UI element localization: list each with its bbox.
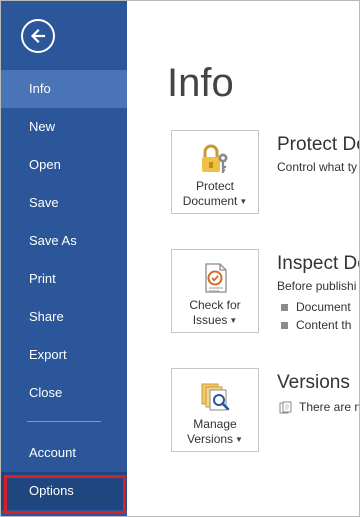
sidebar-item-save[interactable]: Save [1, 184, 127, 222]
sidebar-item-open[interactable]: Open [1, 146, 127, 184]
inspect-bullet-item: Document [281, 300, 351, 314]
sidebar-item-close[interactable]: Close [1, 374, 127, 412]
sidebar-divider [27, 421, 101, 422]
sidebar: Info New Open Save Save As Print Share E… [1, 1, 127, 516]
backstage-window: Info New Open Save Save As Print Share E… [0, 0, 360, 517]
inspect-document-icon [205, 263, 227, 293]
protect-section: Protect Document ▼ Protect Do Control wha… [171, 130, 360, 220]
page-title: Info [167, 61, 234, 105]
manage-versions-label: Manage Versions ▼ [187, 417, 243, 446]
manage-versions-button[interactable]: Manage Versions ▼ [171, 368, 259, 452]
versions-title: Versions [277, 372, 350, 393]
manage-versions-icon [201, 383, 230, 411]
sidebar-item-options[interactable]: Options [1, 472, 127, 514]
dropdown-caret-icon: ▼ [239, 197, 248, 207]
protect-title: Protect Do [277, 134, 360, 155]
sidebar-bottom-nav: Account Options [1, 434, 127, 514]
sidebar-item-info[interactable]: Info [1, 70, 127, 108]
sidebar-nav: Info New Open Save Save As Print Share E… [1, 70, 127, 412]
protect-description: Control what ty [277, 160, 358, 174]
sidebar-item-account[interactable]: Account [1, 434, 127, 472]
sidebar-item-share[interactable]: Share [1, 298, 127, 336]
back-arrow-icon [30, 28, 46, 44]
dropdown-caret-icon: ▼ [235, 435, 243, 445]
bullet-icon [281, 304, 288, 312]
versions-note: There are n [279, 400, 359, 415]
bullet-icon [281, 322, 288, 330]
protect-document-label: Protect Document ▼ [182, 179, 248, 208]
inspect-title: Inspect Do [277, 253, 360, 274]
check-for-issues-button[interactable]: Check for Issues ▼ [171, 249, 259, 333]
inspect-bullet-item: Content th [281, 318, 351, 332]
check-for-issues-label: Check for Issues ▼ [189, 298, 241, 327]
back-button[interactable] [21, 19, 55, 53]
dropdown-caret-icon: ▼ [229, 316, 238, 326]
versions-section: Manage Versions ▼ Versions There are n [171, 368, 359, 458]
sidebar-item-export[interactable]: Export [1, 336, 127, 374]
sidebar-item-save-as[interactable]: Save As [1, 222, 127, 260]
main-content: Info Protect Document ▼ Protect Do Contro… [127, 1, 359, 516]
sidebar-item-new[interactable]: New [1, 108, 127, 146]
document-versions-icon [279, 401, 292, 414]
inspect-section: Check for Issues ▼ Inspect Do Before publ… [171, 249, 360, 339]
inspect-description: Before publishi [277, 279, 357, 293]
lock-key-icon [202, 144, 228, 173]
protect-document-button[interactable]: Protect Document ▼ [171, 130, 259, 214]
sidebar-item-print[interactable]: Print [1, 260, 127, 298]
